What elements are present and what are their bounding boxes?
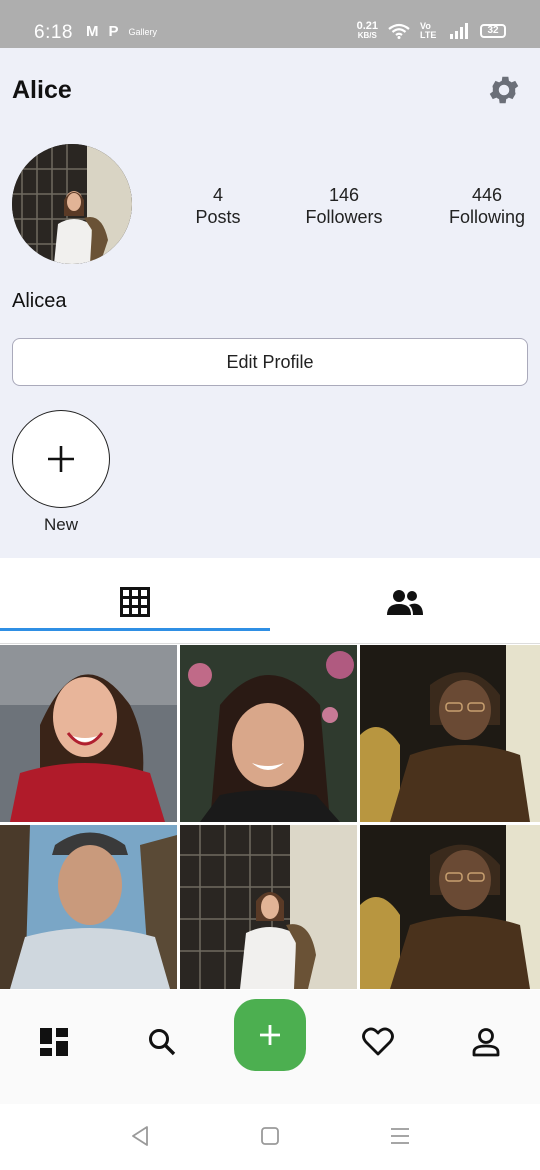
bottom-nav (0, 990, 540, 1104)
profile-header: Alice 4 Posts 146 Followers 446 Followin… (0, 48, 540, 558)
gallery-app-icon: Gallery (128, 26, 158, 37)
settings-gear-icon[interactable] (486, 72, 522, 108)
wifi-icon (388, 23, 410, 39)
plus-icon (48, 446, 74, 472)
network-label: Vo LTE (420, 21, 437, 40)
status-right: 0.21 KB/S Vo LTE 32 (357, 21, 506, 41)
add-icon (260, 1025, 280, 1045)
system-nav-bar (0, 1104, 540, 1170)
new-story-label: New (43, 515, 78, 534)
nav-search[interactable] (132, 1012, 192, 1072)
nav-profile[interactable] (456, 1012, 516, 1072)
photo-grid (0, 645, 540, 989)
tab-tagged[interactable] (270, 560, 540, 644)
status-left-icons: M P Gallery (86, 23, 157, 40)
profile-display-name: Alicea (12, 290, 67, 312)
photo-tile[interactable] (360, 645, 540, 822)
nav-home[interactable] (24, 1012, 84, 1072)
dashboard-icon (40, 1028, 68, 1056)
photo-tile[interactable] (0, 645, 177, 822)
photo-tile[interactable] (180, 825, 357, 989)
add-post-button[interactable] (234, 999, 306, 1071)
person-icon (472, 1028, 500, 1057)
heart-icon (362, 1027, 394, 1056)
nav-activity[interactable] (348, 1012, 408, 1072)
signal-icon (450, 23, 468, 39)
photo-tile[interactable] (360, 825, 540, 989)
status-time: 6:18 (34, 22, 73, 43)
tab-indicator (0, 628, 270, 631)
people-icon (387, 590, 423, 615)
menu-icon[interactable] (388, 1124, 412, 1148)
photo-tile[interactable] (180, 645, 357, 822)
new-story-button[interactable] (12, 410, 110, 508)
grid-icon (120, 587, 150, 617)
search-icon (149, 1029, 176, 1056)
net-speed: 0.21 KB/S (356, 20, 378, 41)
stat-posts[interactable]: 4 Posts (190, 184, 246, 228)
p-app-icon: P (108, 23, 119, 40)
battery-icon: 32 (480, 24, 506, 38)
profile-username: Alice (12, 76, 72, 104)
back-icon[interactable] (128, 1124, 152, 1148)
photo-tile[interactable] (0, 825, 177, 989)
m-app-icon: M (86, 23, 99, 40)
status-bar: 6:18 M P Gallery 0.21 KB/S Vo LTE 32 (0, 0, 540, 48)
profile-tabs (0, 560, 540, 644)
edit-profile-button[interactable]: Edit Profile (12, 338, 528, 386)
tab-grid[interactable] (0, 560, 270, 644)
stat-following[interactable]: 446 Following (444, 184, 530, 228)
stat-followers[interactable]: 146 Followers (300, 184, 388, 228)
profile-avatar[interactable] (12, 144, 132, 264)
home-square-icon[interactable] (258, 1124, 282, 1148)
